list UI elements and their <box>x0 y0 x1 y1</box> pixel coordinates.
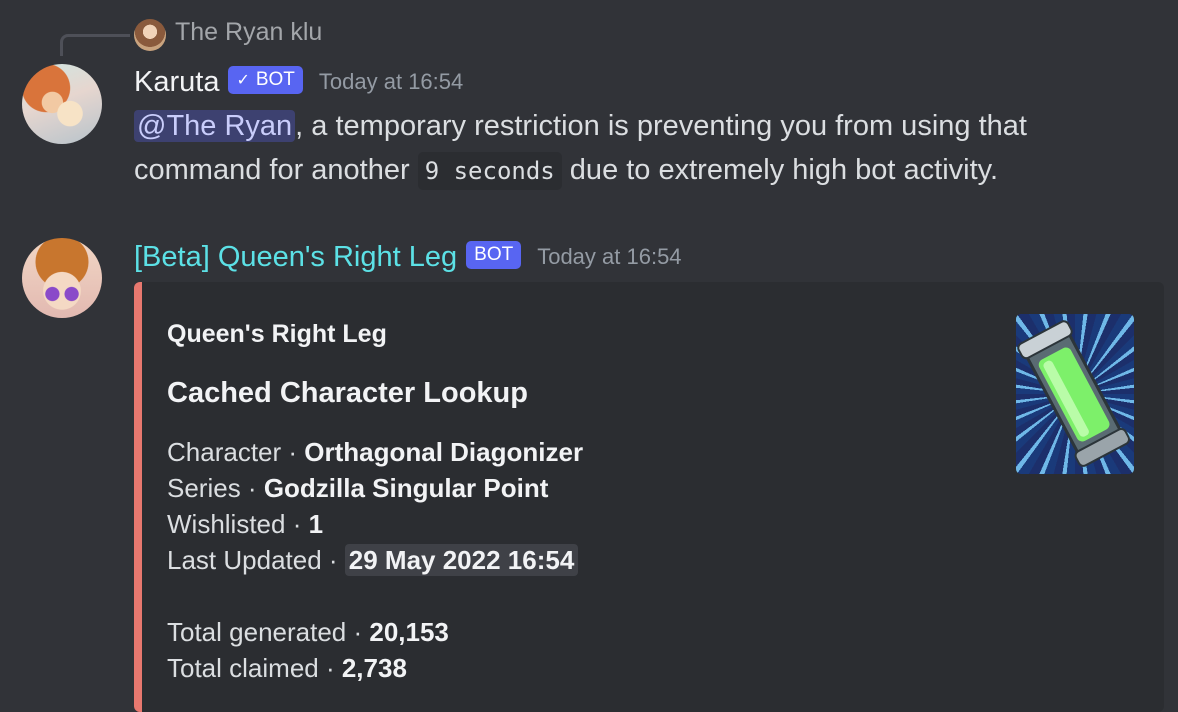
field-value: 2,738 <box>341 653 407 683</box>
field-separator: · <box>346 617 370 647</box>
field-label: Wishlisted <box>167 509 286 539</box>
field-total-generated: Total generated · 20,153 <box>167 614 583 650</box>
field-label: Total generated <box>167 617 347 647</box>
inline-code: 9 seconds <box>417 152 562 190</box>
message-timestamp[interactable]: Today at 16:54 <box>537 244 681 270</box>
embed-author: Queen's Right Leg <box>167 320 387 348</box>
canister-illustration <box>1017 320 1131 467</box>
queen-message-header: [Beta] Queen's Right Leg BOT Today at 16… <box>134 238 682 276</box>
queen-bot-username[interactable]: [Beta] Queen's Right Leg <box>134 241 457 274</box>
user-mention[interactable]: @The Ryan <box>134 110 296 142</box>
field-total-claimed: Total claimed · 2,738 <box>167 650 583 686</box>
field-label: Total claimed <box>167 653 319 683</box>
character-lookup-embed: Queen's Right Leg Cached Character Looku… <box>134 282 1164 712</box>
field-series: Series · Godzilla Singular Point <box>167 470 583 506</box>
field-separator: · <box>281 437 305 467</box>
karuta-avatar[interactable] <box>22 64 102 144</box>
karuta-message-text: @The Ryan, a temporary restriction is pr… <box>134 104 1134 193</box>
verified-bot-badge: ✓ BOT <box>228 66 303 94</box>
field-label: Character <box>167 437 282 467</box>
bot-tag-label: BOT <box>255 69 295 90</box>
field-separator: · <box>318 653 342 683</box>
field-wishlisted: Wishlisted · 1 <box>167 506 583 542</box>
embed-fields: Character · Orthagonal Diagonizer Series… <box>167 434 583 686</box>
field-value: Godzilla Singular Point <box>263 473 549 503</box>
message-timestamp[interactable]: Today at 16:54 <box>319 69 463 95</box>
reply-connector <box>60 34 130 56</box>
timestamp-chip[interactable]: 29 May 2022 16:54 <box>344 544 579 576</box>
field-separator: · <box>240 473 264 503</box>
queen-bot-avatar[interactable] <box>22 238 102 318</box>
bot-tag-label: BOT <box>474 244 514 265</box>
field-label: Last Updated <box>167 545 322 575</box>
field-last-updated: Last Updated · 29 May 2022 16:54 <box>167 542 583 578</box>
reply-author-name[interactable]: The Ryan klu <box>175 18 322 47</box>
message-text-part: due to extremely high bot activity. <box>561 154 999 186</box>
bot-badge: BOT <box>466 241 522 269</box>
field-value: Orthagonal Diagonizer <box>304 437 584 467</box>
field-separator: · <box>285 509 309 539</box>
field-separator: · <box>321 545 345 575</box>
field-value: 20,153 <box>369 617 449 647</box>
karuta-message-header: Karuta ✓ BOT Today at 16:54 <box>134 64 463 100</box>
reply-author-avatar[interactable] <box>134 19 166 51</box>
embed-thumbnail-image[interactable] <box>1016 314 1134 474</box>
embed-title: Cached Character Lookup <box>167 377 528 409</box>
verified-check-icon: ✓ <box>236 72 250 89</box>
karuta-username[interactable]: Karuta <box>134 66 219 99</box>
field-character: Character · Orthagonal Diagonizer <box>167 434 583 470</box>
field-spacer <box>167 578 583 614</box>
field-value: 1 <box>308 509 324 539</box>
field-label: Series <box>167 473 241 503</box>
